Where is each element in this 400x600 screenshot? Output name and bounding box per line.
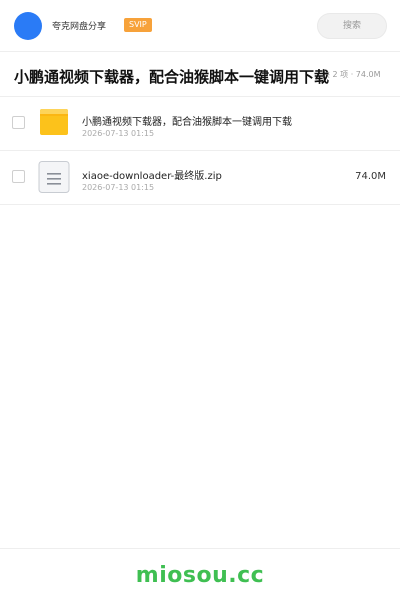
zip-file-icon xyxy=(38,161,70,193)
search-input[interactable]: 搜索 xyxy=(317,13,387,39)
file-time: 2026-07-13 01:15 xyxy=(82,129,155,138)
list-item-folder[interactable]: 小鹏通视频下载器，配合油猴脚本一键调用下载 2026-07-13 01:15 xyxy=(0,97,400,151)
file-size: 74.0M xyxy=(355,171,386,182)
watermark: miosou.cc xyxy=(135,563,265,588)
select-checkbox[interactable] xyxy=(12,170,25,183)
header: 夸克网盘分享 SVIP 搜索 xyxy=(0,0,400,52)
share-page: 夸克网盘分享 SVIP 搜索 小鹏通视频下载器，配合油猴脚本一键调用下载 共 2… xyxy=(0,0,400,600)
page-title: 小鹏通视频下载器，配合油猴脚本一键调用下载 xyxy=(14,68,330,86)
svip-badge: SVIP xyxy=(124,18,152,32)
brand-label: 夸克网盘分享 xyxy=(52,22,107,32)
file-time: 2026-07-13 01:15 xyxy=(82,183,155,192)
select-checkbox[interactable] xyxy=(12,116,25,129)
file-name[interactable]: 小鹏通视频下载器，配合油猴脚本一键调用下载 xyxy=(82,113,292,128)
item-summary: 共 2 项 · 74.0M xyxy=(322,70,381,79)
file-name[interactable]: xiaoe-downloader-最终版.zip xyxy=(82,167,222,182)
footer: miosou.cc xyxy=(0,548,400,600)
folder-icon xyxy=(40,109,68,135)
folder-header: 小鹏通视频下载器，配合油猴脚本一键调用下载 共 2 项 · 74.0M xyxy=(0,53,400,97)
avatar[interactable] xyxy=(14,12,42,40)
list-item-zip[interactable]: xiaoe-downloader-最终版.zip 2026-07-13 01:1… xyxy=(0,151,400,205)
